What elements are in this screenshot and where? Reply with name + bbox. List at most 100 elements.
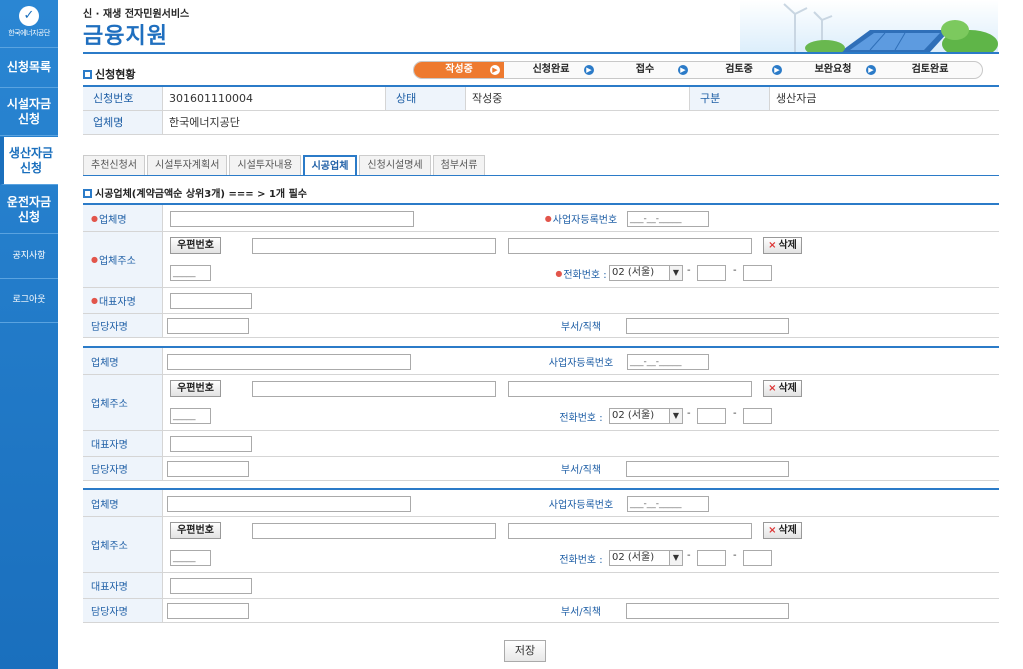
address-input-1[interactable] (252, 523, 496, 539)
sidebar-item-notice[interactable]: 공지사항 (0, 235, 58, 279)
dept-input[interactable] (626, 461, 789, 477)
form-row-address: ● 업체주소 우편번호 × 삭제 _____ ● 전화번호 : 02 (서울) ▼ - … (83, 232, 999, 288)
phone-mid-input[interactable] (697, 408, 726, 424)
phone-area-select[interactable]: 02 (서울) ▼ (609, 550, 683, 566)
save-button[interactable]: 저장 (504, 640, 546, 662)
tab-contractor[interactable]: 시공업체 (302, 155, 358, 176)
form-row-ceo: ● 대표자명 (83, 288, 999, 314)
phone-last-input[interactable] (743, 408, 772, 424)
page: ✓ 한국에너지공단 신청목록 시설자금 신청 생산자금 신청 운전자금 신청 공… (0, 0, 1023, 669)
dept-input[interactable] (626, 318, 789, 334)
arrow-right-icon: ▶ (772, 65, 782, 75)
zip-input[interactable]: _____ (170, 265, 211, 281)
sidebar-item-operating-fund[interactable]: 운전자금 신청 (0, 186, 58, 234)
dept-label: 부서/직책 (560, 465, 602, 476)
logo-icon: ✓ (19, 6, 39, 26)
manager-label: 담당자명 (83, 599, 163, 622)
state-label: 상태 (386, 87, 466, 110)
address-input-2[interactable] (508, 523, 752, 539)
delete-label: 삭제 (778, 383, 797, 394)
biz-no-input[interactable]: ___-__-_____ (627, 211, 709, 227)
biz-no-input[interactable]: ___-__-_____ (627, 354, 709, 370)
biz-no-label: ● 사업자등록번호 (539, 205, 623, 231)
required-icon: ● (91, 296, 98, 305)
tab-investment-plan[interactable]: 시설투자계획서 (147, 155, 228, 175)
step-writing: 작성중 ▶ (414, 62, 504, 78)
address-label: 업체주소 (83, 517, 163, 572)
tab-recommendation[interactable]: 추천신청서 (83, 155, 145, 175)
step-label: 신청완료 (532, 64, 570, 75)
required-icon: ● (91, 213, 98, 223)
address-input-2[interactable] (508, 238, 752, 254)
sidebar-item-logout[interactable]: 로그아웃 (0, 279, 58, 323)
step-review-complete: 검토완료 (880, 62, 980, 78)
phone-dash: - (733, 408, 737, 419)
address-input-2[interactable] (508, 381, 752, 397)
table-row: 업체명 한국에너지공단 (83, 111, 999, 135)
phone-area-select[interactable]: 02 (서울) ▼ (609, 408, 683, 424)
arrow-right-icon: ▶ (584, 65, 594, 75)
company-name-input[interactable] (170, 211, 414, 227)
biz-no-input[interactable]: ___-__-_____ (627, 496, 709, 512)
progress-steps: 작성중 ▶ 신청완료 ▶ 접수 ▶ 검토중 ▶ 보완요청 ▶ 검토완료 (413, 61, 983, 79)
step-supplement: 보완요청 ▶ (786, 62, 880, 78)
chevron-down-icon: ▼ (669, 266, 682, 280)
tab-facility-spec[interactable]: 신청시설명세 (359, 155, 431, 175)
zip-input[interactable]: _____ (170, 408, 211, 424)
tab-investment-detail[interactable]: 시설투자내용 (229, 155, 301, 175)
delete-button[interactable]: × 삭제 (763, 380, 802, 397)
manager-input[interactable] (167, 603, 249, 619)
tab-attachments[interactable]: 첨부서류 (432, 155, 486, 175)
phone-mid-input[interactable] (697, 265, 726, 281)
phone-area-select[interactable]: 02 (서울) ▼ (609, 265, 683, 281)
label-text: 담당자명 (91, 322, 128, 333)
sidebar-item-label: 시설자금 신청 (6, 96, 52, 126)
dept-input[interactable] (626, 603, 789, 619)
sidebar-item-list[interactable]: 신청목록 (0, 48, 58, 88)
header-banner-image (740, 0, 998, 52)
address-input-1[interactable] (252, 381, 496, 397)
step-submitted: 신청완료 ▶ (504, 62, 598, 78)
zip-input[interactable]: _____ (170, 550, 211, 566)
sidebar-item-production-fund[interactable]: 생산자금 신청 (0, 137, 58, 185)
table-row: 신청번호 301601110004 상태 작성중 구분 생산자금 (83, 87, 999, 111)
address-input-1[interactable] (252, 238, 496, 254)
ceo-input[interactable] (170, 578, 252, 594)
step-label: 작성중 (445, 64, 473, 75)
zip-search-button[interactable]: 우편번호 (170, 380, 221, 397)
delete-button[interactable]: × 삭제 (763, 522, 802, 539)
company-name-label: 업체명 (83, 490, 163, 516)
step-label: 검토완료 (911, 64, 949, 75)
form-row-manager: 담당자명 부서/직책 (83, 457, 999, 481)
label-text: 전화번호 : (563, 269, 607, 281)
manager-input[interactable] (167, 461, 249, 477)
category-label: 구분 (690, 87, 770, 110)
company-name-input[interactable] (167, 354, 411, 370)
ceo-input[interactable] (170, 436, 252, 452)
sidebar-item-label: 운전자금 신청 (6, 194, 52, 224)
sidebar-item-facility-fund[interactable]: 시설자금 신청 (0, 88, 58, 136)
zip-search-button[interactable]: 우편번호 (170, 237, 221, 254)
phone-last-input[interactable] (743, 265, 772, 281)
biz-no-label: 사업자등록번호 (548, 499, 614, 511)
delete-label: 삭제 (778, 525, 797, 536)
phone-last-input[interactable] (743, 550, 772, 566)
company-name-label: 업체명 (83, 348, 163, 374)
step-label: 보완요청 (814, 64, 852, 75)
company-label: 업체명 (83, 111, 163, 134)
chevron-down-icon: ▼ (669, 551, 682, 565)
chevron-down-icon: ▼ (669, 409, 682, 423)
status-section-title: 신청현황 (83, 66, 135, 82)
label-text: 사업자등록번호 (552, 214, 618, 226)
header-divider (83, 52, 999, 54)
delete-button[interactable]: × 삭제 (763, 237, 802, 254)
company-name-input[interactable] (167, 496, 411, 512)
phone-mid-input[interactable] (697, 550, 726, 566)
zip-search-button[interactable]: 우편번호 (170, 522, 221, 539)
biz-no-label: 사업자등록번호 (548, 357, 614, 369)
manager-input[interactable] (167, 318, 249, 334)
ceo-label: 대표자명 (83, 573, 163, 598)
logo[interactable]: ✓ 한국에너지공단 (0, 0, 58, 48)
ceo-input[interactable] (170, 293, 252, 309)
phone-dash: - (687, 550, 691, 561)
